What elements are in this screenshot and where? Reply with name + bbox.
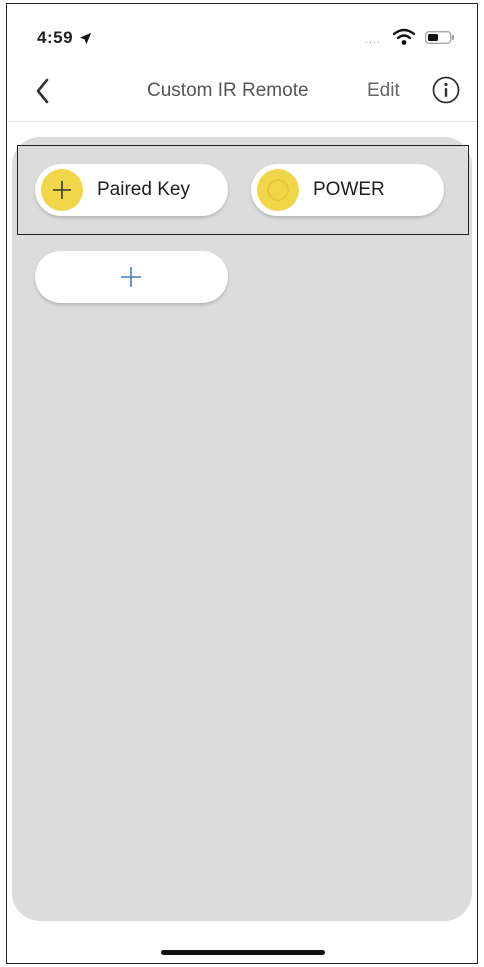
plus-icon — [53, 181, 71, 199]
location-arrow-icon — [79, 32, 92, 44]
header-divider — [7, 121, 477, 122]
power-key-button[interactable]: POWER — [251, 164, 444, 216]
paired-key-button[interactable]: Paired Key — [35, 164, 228, 216]
page-title: Custom IR Remote — [147, 80, 309, 101]
status-time-text: 4:59 — [37, 28, 74, 47]
info-icon[interactable] — [432, 76, 460, 104]
wifi-icon — [393, 28, 415, 45]
add-key-button[interactable] — [35, 251, 228, 303]
paired-key-label: Paired Key — [97, 179, 190, 200]
phone-frame: 4:59 .... Custom IR Remote Edit Paired K… — [6, 3, 478, 964]
power-key-label: POWER — [313, 179, 385, 200]
back-chevron-icon[interactable] — [29, 74, 59, 108]
key-badge — [41, 169, 83, 211]
circle-icon — [267, 179, 289, 201]
battery-icon — [425, 31, 454, 44]
status-time: 4:59 — [37, 28, 92, 48]
home-indicator[interactable] — [161, 950, 325, 955]
key-badge — [257, 169, 299, 211]
navigation-bar: Custom IR Remote Edit — [7, 66, 477, 116]
edit-button[interactable]: Edit — [367, 80, 400, 102]
status-bar: 4:59 .... — [7, 4, 477, 54]
plus-icon — [121, 267, 141, 287]
signal-strength-dots: .... — [364, 34, 381, 46]
